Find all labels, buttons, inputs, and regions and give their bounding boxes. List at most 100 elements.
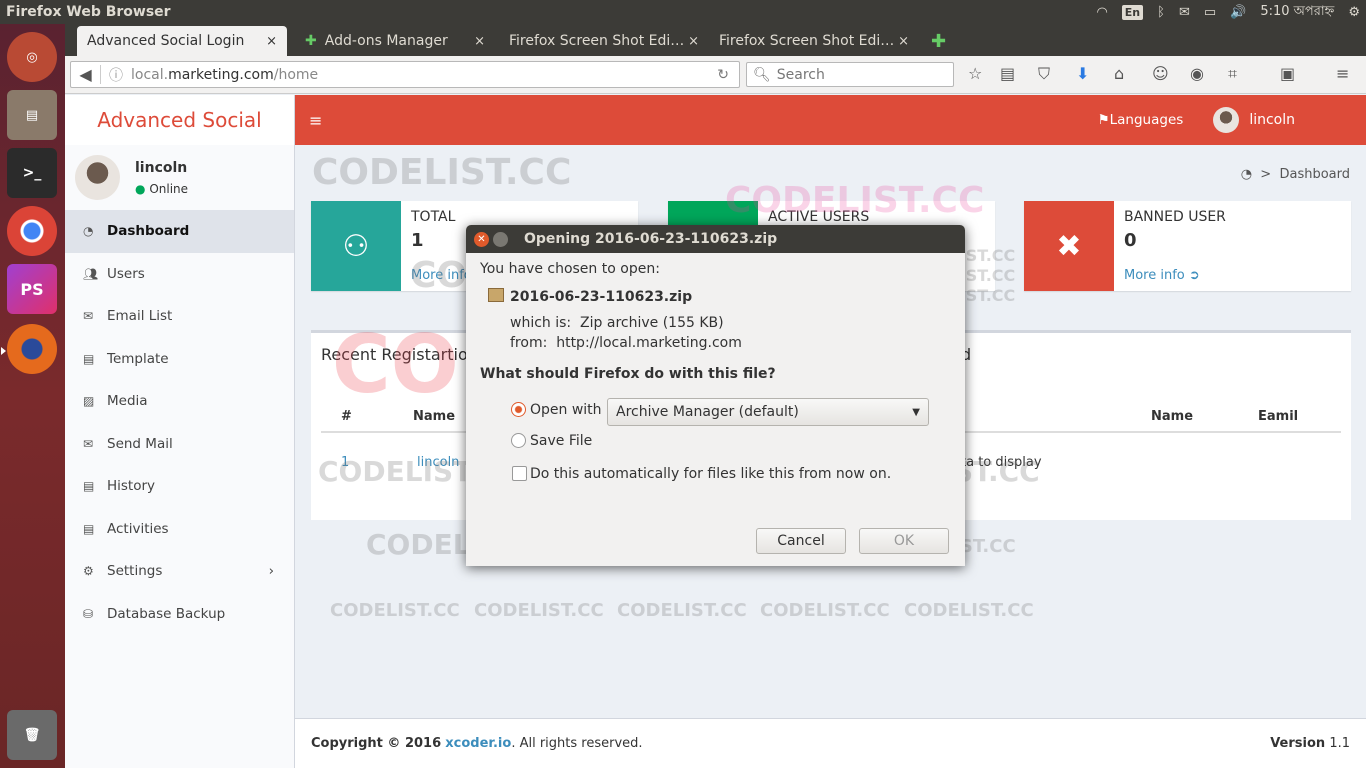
user-panel: lincoln ● Online: [65, 145, 294, 210]
dialog-title: Opening 2016-06-23-110623.zip: [524, 231, 778, 247]
activities-icon: ▤: [83, 521, 95, 536]
auto-action-label[interactable]: Do this automatically for files like thi…: [530, 466, 891, 482]
mail-icon[interactable]: ✉: [1179, 5, 1190, 20]
app-logo[interactable]: Advanced Social: [65, 95, 294, 145]
tab-advanced-social-login[interactable]: Advanced Social Login ×: [77, 26, 287, 56]
footer-link[interactable]: xcoder.io: [445, 736, 511, 751]
languages-menu[interactable]: ⚑Languages: [1098, 112, 1184, 128]
user-banned-icon: ✖: [1024, 201, 1114, 291]
close-tab-icon[interactable]: ×: [474, 34, 485, 49]
screenshot-icon[interactable]: ▣: [1280, 64, 1295, 83]
chevron-down-icon: ▼: [912, 406, 920, 418]
arrow-circle-right-icon: ➲: [1188, 268, 1200, 283]
dashboard-icon[interactable]: ◔: [1241, 167, 1252, 182]
open-with-select[interactable]: Archive Manager (default) ▼: [607, 398, 929, 426]
no-data-message: ta to display: [961, 455, 1042, 470]
save-file-radio[interactable]: [511, 433, 526, 448]
back-icon[interactable]: ◀: [71, 65, 101, 84]
bluetooth-icon[interactable]: ᛒ: [1157, 5, 1165, 20]
open-with-radio-indicator[interactable]: [511, 402, 526, 417]
app-footer: Copyright © 2016 xcoder.io. All rights r…: [295, 718, 1366, 768]
bookmark-star-icon[interactable]: ☆: [968, 64, 982, 83]
home-icon[interactable]: ⌂: [1114, 64, 1124, 83]
open-with-label[interactable]: Open with: [530, 402, 602, 418]
pocket-icon[interactable]: ⛉: [1038, 64, 1050, 84]
sidebar-item-database-backup[interactable]: ⛁ Database Backup: [65, 593, 294, 636]
more-info-link[interactable]: More info: [411, 268, 472, 283]
crop-icon[interactable]: ⌗: [1228, 64, 1237, 84]
tab-addons-manager[interactable]: ✚ Add-ons Manager ×: [295, 26, 495, 56]
sidebar-item-users[interactable]: 👥︎ Users: [65, 253, 294, 296]
chrome-icon[interactable]: [7, 206, 57, 256]
table-header-name-right: Name: [1151, 409, 1194, 424]
save-file-label[interactable]: Save File: [530, 433, 592, 449]
box-value: 0: [1124, 230, 1137, 251]
close-tab-icon[interactable]: ×: [688, 34, 699, 49]
new-tab-button[interactable]: ✚: [921, 26, 951, 56]
download-dialog: ✕ Opening 2016-06-23-110623.zip You have…: [466, 225, 965, 566]
ok-button[interactable]: OK: [859, 528, 949, 554]
sidebar-item-email-list[interactable]: ✉ Email List: [65, 295, 294, 338]
envelope-icon: ✉: [83, 309, 94, 324]
search-bar[interactable]: 🔍︎ Search: [746, 62, 954, 87]
sidebar-item-label: Send Mail: [107, 435, 173, 452]
banned-users-box: ✖ BANNED USER 0 More info ➲: [1024, 201, 1351, 291]
sidebar-item-send-mail[interactable]: ✉ Send Mail: [65, 423, 294, 466]
color-icon[interactable]: ◉: [1190, 64, 1204, 83]
system-top-panel: Firefox Web Browser ◠ En ᛒ ✉ ▭ 🔊 5:10 অপ…: [0, 0, 1366, 24]
menu-icon[interactable]: ≡: [1336, 64, 1349, 83]
sidebar-item-history[interactable]: ▤ History: [65, 465, 294, 508]
wifi-icon[interactable]: ◠: [1096, 5, 1107, 20]
reload-icon[interactable]: ↻: [717, 67, 729, 83]
sidebar-item-media[interactable]: ▨ Media: [65, 380, 294, 423]
url-bar[interactable]: ◀ ⓘ local. marketing.com/home ↻: [70, 61, 740, 88]
box-title: BANNED USER: [1124, 209, 1226, 225]
chat-icon[interactable]: ☺: [1152, 64, 1169, 83]
tab-label: Firefox Screen Shot Edi…: [719, 33, 895, 49]
which-is-value: Zip archive (155 KB): [580, 315, 724, 331]
minimize-icon[interactable]: [493, 231, 508, 247]
trash-icon[interactable]: 🗑: [7, 710, 57, 760]
terminal-icon[interactable]: >_: [7, 148, 57, 198]
reading-list-icon[interactable]: ▤: [1000, 64, 1015, 83]
tab-screenshot-editor-1[interactable]: Firefox Screen Shot Edi… ×: [499, 26, 709, 56]
keyboard-indicator[interactable]: En: [1121, 4, 1144, 20]
files-icon[interactable]: ▤: [7, 90, 57, 140]
sidebar-item-dashboard[interactable]: ◔ Dashboard: [65, 210, 294, 253]
tab-strip: Advanced Social Login × ✚ Add-ons Manager…: [65, 24, 1366, 56]
close-icon[interactable]: ✕: [474, 231, 489, 247]
sidebar-menu: ◔ Dashboard 👥︎ Users ✉ Email List ▤ Template…: [65, 210, 294, 635]
dashboard-icon: ◔: [83, 224, 94, 239]
row-name-link[interactable]: lincoln: [417, 455, 459, 470]
send-icon: ✉: [83, 436, 94, 451]
header-user-name[interactable]: lincoln: [1249, 112, 1295, 128]
header-avatar[interactable]: [1213, 107, 1240, 133]
ubuntu-dash-icon[interactable]: ◎: [7, 32, 57, 82]
template-icon: ▤: [83, 351, 95, 366]
info-icon[interactable]: ⓘ: [109, 65, 123, 85]
database-icon: ⛁: [83, 606, 94, 621]
clock[interactable]: 5:10 অপরাহ্ন: [1260, 2, 1334, 23]
search-placeholder: Search: [776, 66, 825, 83]
tab-screenshot-editor-2[interactable]: Firefox Screen Shot Edi… ×: [709, 26, 919, 56]
hamburger-icon[interactable]: ≡: [309, 111, 322, 130]
firefox-icon[interactable]: [7, 324, 57, 374]
sidebar-item-template[interactable]: ▤ Template: [65, 338, 294, 381]
open-with-value: Archive Manager (default): [616, 404, 799, 420]
volume-icon[interactable]: 🔊: [1230, 5, 1246, 20]
phpstorm-icon[interactable]: PS: [7, 264, 57, 314]
more-info-link[interactable]: More info ➲: [1124, 268, 1200, 283]
auto-action-checkbox[interactable]: [512, 466, 527, 481]
box-value: 1: [411, 230, 424, 251]
download-icon[interactable]: ⬇: [1076, 64, 1089, 83]
battery-icon[interactable]: ▭: [1204, 5, 1216, 20]
gear-icon[interactable]: ⚙: [1348, 5, 1360, 20]
sidebar-item-activities[interactable]: ▤ Activities: [65, 508, 294, 551]
launcher: ◎ ▤ >_ PS 🗑: [0, 24, 65, 768]
from-label: from:: [510, 335, 548, 351]
close-tab-icon[interactable]: ×: [898, 34, 909, 49]
sidebar-item-settings[interactable]: ⚙ Settings ›: [65, 550, 294, 593]
cancel-button[interactable]: Cancel: [756, 528, 846, 554]
users-group-icon: ⚇: [311, 201, 401, 291]
close-tab-icon[interactable]: ×: [266, 34, 277, 49]
